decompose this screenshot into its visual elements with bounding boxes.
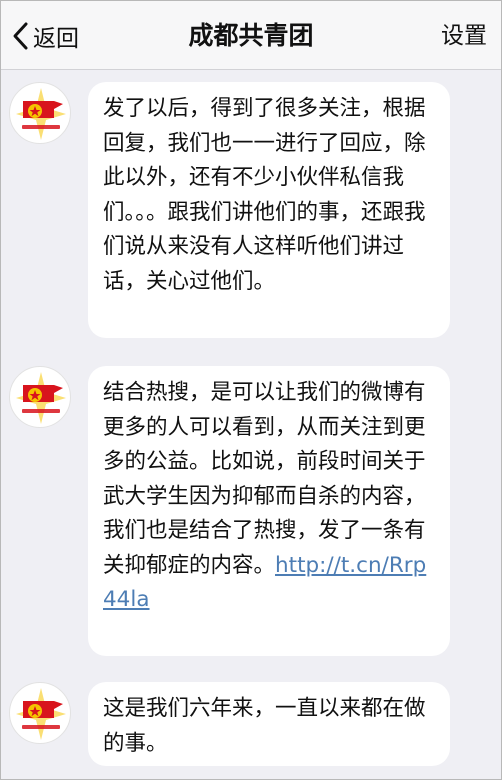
league-emblem-icon (16, 372, 66, 424)
message-text: 发了以后，得到了很多关注，根据回复，我们也一一进行了回应，除此以外，还有不少小伙… (103, 96, 426, 294)
navigation-bar: 返回 成都共青团 设置 (1, 1, 501, 70)
message-text: 结合热搜，是可以让我们的微博有更多的人可以看到，从而关注到更多的公益。比如说，前… (103, 380, 426, 578)
avatar[interactable] (9, 682, 71, 744)
avatar[interactable] (9, 82, 71, 144)
chat-area[interactable]: 发了以后，得到了很多关注，根据回复，我们也一一进行了回应，除此以外，还有不少小伙… (0, 70, 502, 778)
message-bubble: 结合热搜，是可以让我们的微博有更多的人可以看到，从而关注到更多的公益。比如说，前… (88, 366, 450, 656)
settings-button[interactable]: 设置 (441, 19, 487, 53)
league-emblem-icon (16, 688, 66, 740)
message-bubble: 发了以后，得到了很多关注，根据回复，我们也一一进行了回应，除此以外，还有不少小伙… (88, 82, 450, 338)
avatar[interactable] (9, 366, 71, 428)
message-text: 这是我们六年来，一直以来都在做的事。 (103, 696, 426, 756)
league-emblem-icon (16, 88, 66, 140)
page-title: 成都共青团 (188, 21, 314, 50)
message-bubble: 这是我们六年来，一直以来都在做的事。 (88, 682, 450, 766)
